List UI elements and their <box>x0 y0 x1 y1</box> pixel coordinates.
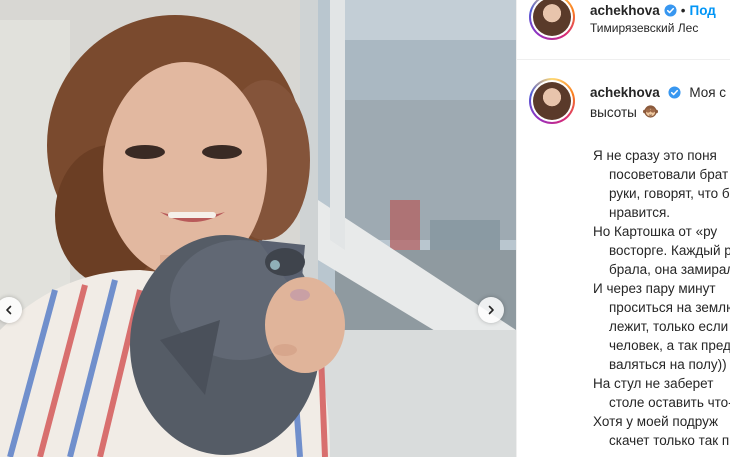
follow-button[interactable]: Под <box>690 3 716 18</box>
caption-body-line: брала, она замирал <box>609 262 730 277</box>
caption-body-line: На стул не заберет <box>593 376 714 391</box>
caption-text-start: Моя с <box>689 85 727 100</box>
avatar-image <box>533 82 571 120</box>
caption-text-second: высоты <box>590 105 637 120</box>
caption-body-line: восторге. Каждый р <box>609 243 730 258</box>
caption-second-line: высоты <box>590 104 658 120</box>
verified-badge-icon <box>668 86 681 99</box>
caption-avatar[interactable] <box>529 78 575 124</box>
header-avatar[interactable] <box>529 0 575 40</box>
caption-body-line: Но Картошка от «ру <box>593 224 718 239</box>
caption-first-line: achekhova Моя с <box>590 83 730 102</box>
carousel-next-button[interactable] <box>478 297 504 323</box>
caption-username[interactable]: achekhova <box>590 85 660 100</box>
header-username[interactable]: achekhova <box>590 3 660 18</box>
caption-body-line: валяться на полу)) <box>609 357 727 372</box>
caption-body-line: И через пару минут <box>593 281 716 296</box>
caption-body-line: человек, а так пред <box>609 338 730 353</box>
see-no-evil-monkey-icon <box>642 105 658 118</box>
caption-body: Я не сразу это поня посоветовали брат руки… <box>593 146 730 450</box>
caption-body-line: руки, говорят, что б <box>609 186 730 201</box>
verified-badge-icon <box>664 4 677 17</box>
post-header: achekhova • Под Тимирязевский Лес <box>517 0 730 60</box>
caption-body-line: Я не сразу это поня <box>593 148 717 163</box>
post-photo[interactable] <box>0 0 516 457</box>
separator-dot: • <box>680 3 686 18</box>
caption-body-line: Хотя у моей подруж <box>593 414 719 429</box>
chevron-right-icon <box>488 305 494 315</box>
caption-body-line: нравится. <box>609 205 671 220</box>
caption-body-line: посоветовали брат <box>609 167 729 182</box>
caption-body-line: проситься на землю <box>609 300 730 315</box>
avatar-image <box>533 0 571 36</box>
photo-illustration <box>0 0 516 457</box>
caption-body-line: скачет только так п <box>609 433 730 448</box>
post-side-panel: achekhova • Под Тимирязевский Лес achekh… <box>516 0 730 457</box>
post-location[interactable]: Тимирязевский Лес <box>590 21 698 35</box>
chevron-left-icon <box>6 305 12 315</box>
caption-body-line: лежит, только если <box>609 319 729 334</box>
header-user-row: achekhova • Под <box>590 3 716 18</box>
caption-body-line: столе оставить что- <box>609 395 730 410</box>
